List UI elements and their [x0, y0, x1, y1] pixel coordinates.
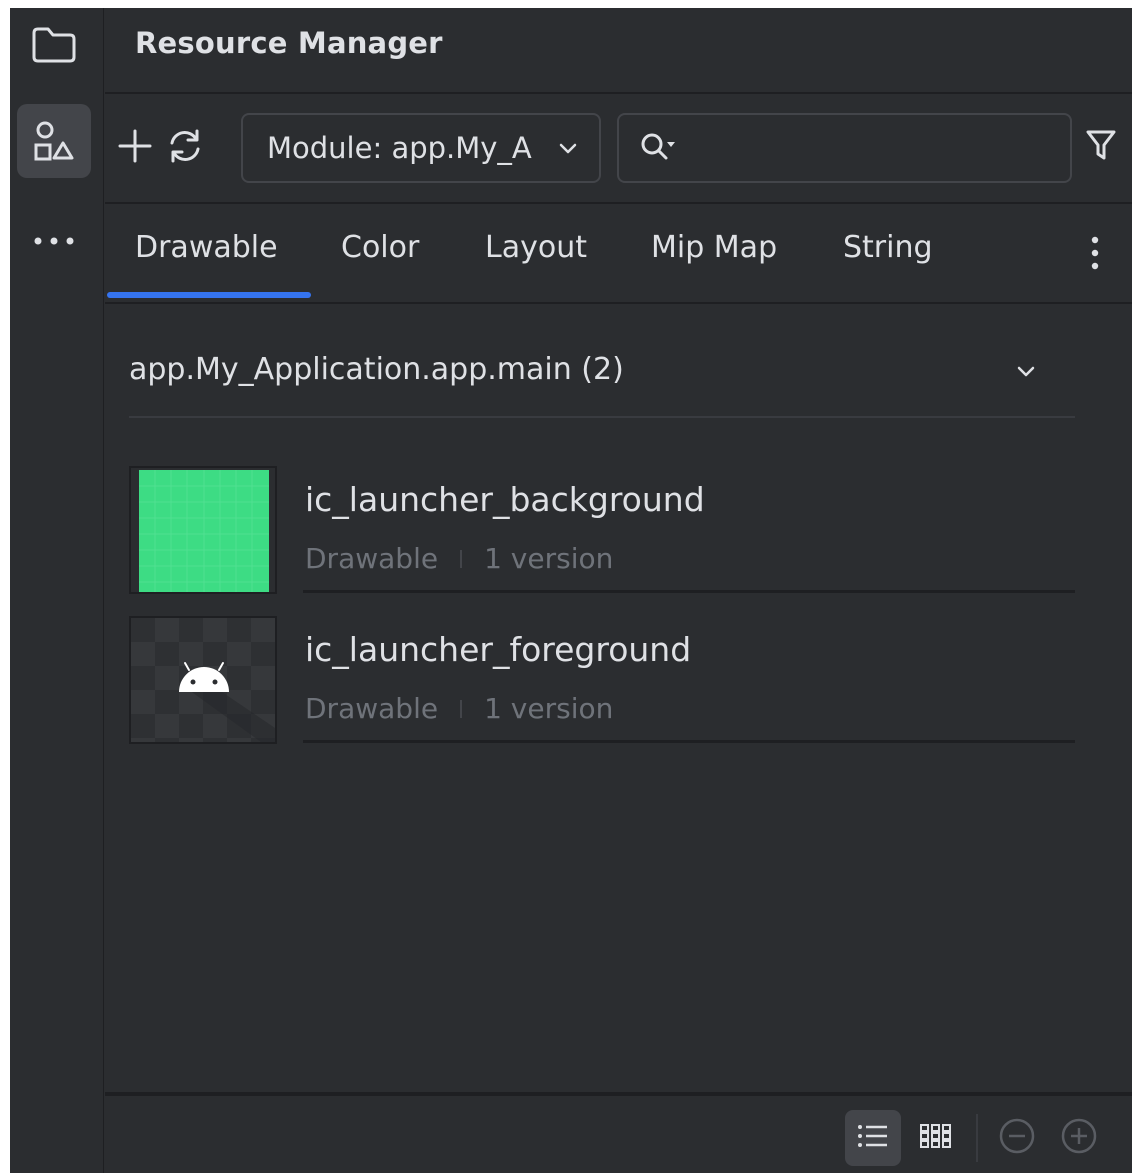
resource-name: ic_launcher_foreground	[305, 630, 692, 669]
bottom-toolbar	[105, 1096, 1132, 1173]
resource-manager-tool-button[interactable]	[17, 104, 91, 178]
folder-icon	[30, 25, 78, 65]
tab-mip-map[interactable]: Mip Map	[651, 230, 777, 265]
list-item[interactable]: ic_launcher_background Drawable 1 versio…	[129, 466, 1075, 594]
more-horizontal-icon	[32, 235, 76, 247]
item-divider	[303, 590, 1075, 593]
tab-color[interactable]: Color	[341, 230, 419, 265]
resource-versions: 1 version	[484, 542, 614, 575]
meta-divider	[460, 699, 463, 718]
search-field[interactable]	[617, 113, 1072, 183]
grid-view-icon	[919, 1123, 953, 1153]
list-view-icon	[857, 1122, 889, 1154]
tab-layout[interactable]: Layout	[485, 230, 587, 265]
resource-manager-panel: Resource Manager Module: app.My_A Drawab…	[105, 8, 1132, 1173]
resource-type: Drawable	[305, 542, 439, 575]
resource-manager-window: Resource Manager Module: app.My_A Drawab…	[10, 8, 1132, 1173]
chevron-down-icon	[557, 137, 579, 163]
drawable-preview-foreground	[129, 616, 277, 744]
tool-window-rail	[10, 8, 104, 1173]
list-item[interactable]: ic_launcher_foreground Drawable 1 versio…	[129, 616, 1075, 744]
refresh-button[interactable]	[163, 128, 207, 168]
zoom-in-icon	[1060, 1117, 1098, 1159]
add-resource-button[interactable]	[115, 128, 155, 168]
zoom-out-button[interactable]	[989, 1110, 1045, 1166]
module-select-value: Module: app.My_A	[267, 131, 532, 165]
more-tool-windows-button[interactable]	[17, 204, 91, 278]
resource-type: Drawable	[305, 692, 439, 725]
filter-icon	[1085, 130, 1117, 166]
resource-versions: 1 version	[484, 692, 614, 725]
tabs-divider	[105, 302, 1132, 304]
panel-title: Resource Manager	[135, 26, 443, 60]
tab-drawable[interactable]: Drawable	[135, 230, 278, 265]
plus-icon	[117, 128, 153, 168]
toolbar: Module: app.My_A	[105, 94, 1132, 202]
selected-tab-indicator	[107, 292, 311, 298]
resource-shapes-icon	[32, 119, 76, 163]
item-divider	[303, 740, 1075, 743]
resource-name: ic_launcher_background	[305, 480, 705, 519]
search-icon	[639, 131, 679, 169]
drawable-preview-background	[129, 466, 277, 594]
filter-button[interactable]	[1085, 128, 1117, 166]
bottom-toolbar-separator	[976, 1114, 978, 1162]
search-input[interactable]	[689, 125, 1049, 171]
list-view-button[interactable]	[845, 1110, 901, 1166]
module-select[interactable]: Module: app.My_A	[241, 113, 601, 183]
meta-divider	[460, 549, 463, 568]
resource-type-tabs: Drawable Color Layout Mip Map String	[105, 204, 1132, 302]
more-vertical-icon	[1089, 236, 1101, 276]
more-tabs-button[interactable]	[1089, 234, 1101, 276]
grid-view-button[interactable]	[908, 1110, 964, 1166]
project-tool-button[interactable]	[17, 8, 91, 82]
refresh-icon	[164, 128, 206, 168]
tab-string[interactable]: String	[843, 230, 933, 265]
resource-section-header[interactable]: app.My_Application.app.main (2)	[129, 346, 1075, 418]
resource-meta: Drawable 1 version	[305, 692, 613, 725]
resource-meta: Drawable 1 version	[305, 542, 613, 575]
chevron-down-icon	[1015, 360, 1037, 386]
zoom-out-icon	[998, 1117, 1036, 1159]
section-label: app.My_Application.app.main (2)	[129, 352, 624, 387]
zoom-in-button[interactable]	[1051, 1110, 1107, 1166]
